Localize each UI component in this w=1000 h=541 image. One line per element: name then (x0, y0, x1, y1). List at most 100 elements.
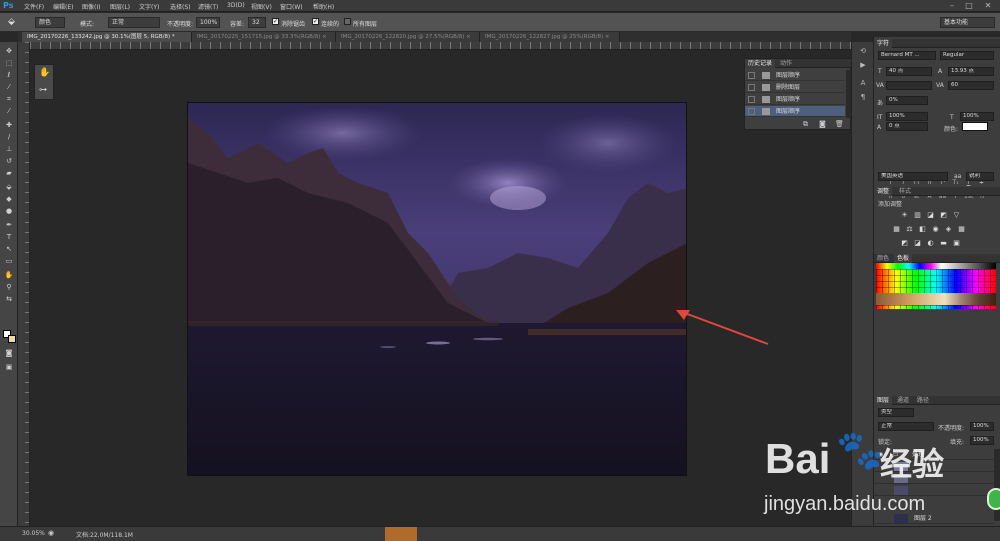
invert-icon[interactable]: ◩ (900, 239, 909, 247)
posterize-icon[interactable]: ◪ (913, 239, 922, 247)
font-style-select[interactable]: Regular (940, 51, 994, 60)
eraser-tool-icon[interactable]: ▰ (3, 168, 15, 178)
layer-opacity-input[interactable]: 100% (970, 422, 994, 431)
document-tab[interactable]: IMG_20170226_133242.jpg @ 30.1%(图层 5, RG… (22, 32, 192, 42)
fill-source-select[interactable]: 颜色 (35, 17, 65, 28)
tab-character[interactable]: 字符 (874, 39, 893, 48)
brush-tool-icon[interactable]: ∕ (3, 132, 15, 142)
minimize-button[interactable]: – (946, 1, 958, 10)
tab-history[interactable]: 历史记录 (745, 59, 776, 68)
channel-mixer-icon[interactable]: ◈ (944, 225, 953, 233)
font-size-input[interactable]: 40 点 (886, 67, 932, 76)
hand-tool-icon[interactable]: ✋ (3, 270, 15, 280)
selective-color-icon[interactable]: ▣ (952, 239, 961, 247)
color-balance-icon[interactable]: ⚖ (905, 225, 914, 233)
menu-select[interactable]: 选择(S) (170, 2, 191, 11)
hand-icon[interactable]: ✋ (39, 68, 50, 78)
black-white-icon[interactable]: ◧ (918, 225, 927, 233)
antialias-select[interactable]: 锐利 (966, 172, 994, 181)
tab-channels[interactable]: 通道 (894, 396, 912, 405)
menu-image[interactable]: 图像(I) (82, 2, 100, 11)
language-select[interactable]: 美国英语 (878, 172, 948, 181)
healing-brush-icon[interactable]: ✚ (3, 120, 15, 130)
tab-layers[interactable]: 图层 (874, 396, 893, 405)
history-checkbox[interactable] (748, 84, 755, 91)
document-tab[interactable]: IMG_20170226_122820.jpg @ 27.5%(RGB/8) × (336, 32, 480, 42)
contiguous-checkbox[interactable]: ✓ (312, 18, 319, 25)
layers-scrollbar[interactable] (994, 449, 1000, 521)
paint-bucket-icon[interactable]: ⬙ (3, 182, 15, 192)
kerning-input[interactable] (886, 81, 932, 90)
close-button[interactable]: ✕ (982, 1, 994, 10)
zoom-level[interactable]: 30.05% (22, 530, 45, 537)
antialias-checkbox[interactable]: ✓ (272, 18, 279, 25)
history-item[interactable]: 图层顺序 (745, 94, 845, 105)
menu-3d[interactable]: 3D(D) (227, 2, 245, 9)
type-tool-icon[interactable]: T (3, 232, 15, 242)
document-tab[interactable]: IMG_20170225_151715.jpg @ 33.3%(RGB/8) × (192, 32, 336, 42)
info-icon[interactable]: ◉ (48, 529, 54, 537)
baseline-input[interactable]: 0 点 (886, 122, 928, 131)
tab-paths[interactable]: 路径 (914, 396, 932, 405)
menu-help[interactable]: 帮助(H) (313, 2, 334, 11)
subscript-icon[interactable]: T₁ (951, 179, 960, 186)
background-color-swatch[interactable] (8, 335, 16, 343)
eyedropper-tool-icon[interactable]: ⁄ (3, 106, 15, 116)
paragraph-icon[interactable]: ¶ (857, 92, 869, 102)
crop-tool-icon[interactable]: ⌗ (3, 94, 15, 104)
menu-layer[interactable]: 图层(L) (110, 2, 130, 11)
history-item[interactable]: 图层顺序 (745, 70, 845, 81)
floating-badge[interactable] (987, 488, 1000, 510)
zoom-tool-icon[interactable]: ⚲ (3, 282, 15, 292)
rectangle-tool-icon[interactable]: ▭ (3, 256, 15, 266)
lasso-tool-icon[interactable]: ℓ (3, 70, 15, 80)
brightness-icon[interactable]: ☀ (900, 211, 909, 219)
history-checkbox[interactable] (748, 108, 755, 115)
history-item[interactable]: 删除图层 (745, 82, 845, 93)
marquee-tool-icon[interactable]: ⬚ (3, 58, 15, 68)
mode-select[interactable]: 正常 (108, 17, 160, 28)
font-family-select[interactable]: Bernard MT ... (878, 51, 936, 60)
menu-filter[interactable]: 滤镜(T) (198, 2, 218, 11)
tab-actions[interactable]: 动作 (777, 59, 795, 68)
blur-tool-icon[interactable]: ◆ (3, 194, 15, 204)
hue-sat-icon[interactable]: ▦ (892, 225, 901, 233)
trash-icon[interactable]: 🗑 (835, 120, 844, 128)
layer-kind-filter[interactable]: 类型 (878, 408, 914, 417)
adjust-icon[interactable]: ⊶ (39, 85, 47, 94)
quick-select-tool-icon[interactable]: ⁄ (3, 82, 15, 92)
document-tab[interactable]: IMG_20170226_122827.jpg @ 25%(RGB/8) × (480, 32, 620, 42)
text-color-swatch[interactable] (962, 122, 988, 131)
tab-swatches[interactable]: 色板 (894, 254, 913, 263)
swatch-row[interactable] (876, 293, 996, 305)
clone-stamp-icon[interactable]: ⊥ (3, 144, 15, 154)
photo-filter-icon[interactable]: ◉ (931, 225, 940, 233)
exposure-icon[interactable]: ◩ (939, 211, 948, 219)
screen-mode-icon[interactable]: ▣ (3, 362, 15, 372)
levels-icon[interactable]: ▥ (913, 211, 922, 219)
move-tool-icon[interactable]: ✥ (3, 46, 15, 56)
menu-file[interactable]: 文件(F) (24, 2, 44, 11)
paint-bucket-icon[interactable]: ⬙ (8, 17, 22, 28)
menu-edit[interactable]: 编辑(E) (53, 2, 73, 11)
threshold-icon[interactable]: ◐ (926, 239, 935, 247)
path-select-icon[interactable]: ↖ (3, 244, 15, 254)
vertical-scale-input[interactable]: 100% (886, 112, 928, 121)
dodge-tool-icon[interactable]: ● (3, 206, 15, 216)
new-document-icon[interactable]: ⧉ (803, 120, 808, 129)
tolerance-input[interactable]: 32 (248, 17, 266, 28)
document-image[interactable] (187, 102, 687, 476)
swap-colors-icon[interactable]: ⇆ (3, 294, 15, 304)
gradient-map-icon[interactable]: ▬ (939, 239, 948, 247)
layer-fill-input[interactable]: 100% (970, 436, 994, 445)
all-layers-checkbox[interactable] (344, 18, 351, 25)
camera-icon[interactable]: ◙ (819, 120, 826, 128)
swatch-row[interactable] (876, 263, 996, 269)
pen-tool-icon[interactable]: ✒ (3, 220, 15, 230)
tab-adjustments[interactable]: 调整 (874, 187, 893, 196)
tracking-input[interactable]: 60 (948, 81, 994, 90)
quick-mask-icon[interactable]: ◙ (3, 348, 15, 358)
character-icon[interactable]: A (857, 78, 869, 88)
leading-input[interactable]: 13.93 点 (948, 67, 994, 76)
history-brush-icon[interactable]: ↺ (3, 156, 15, 166)
